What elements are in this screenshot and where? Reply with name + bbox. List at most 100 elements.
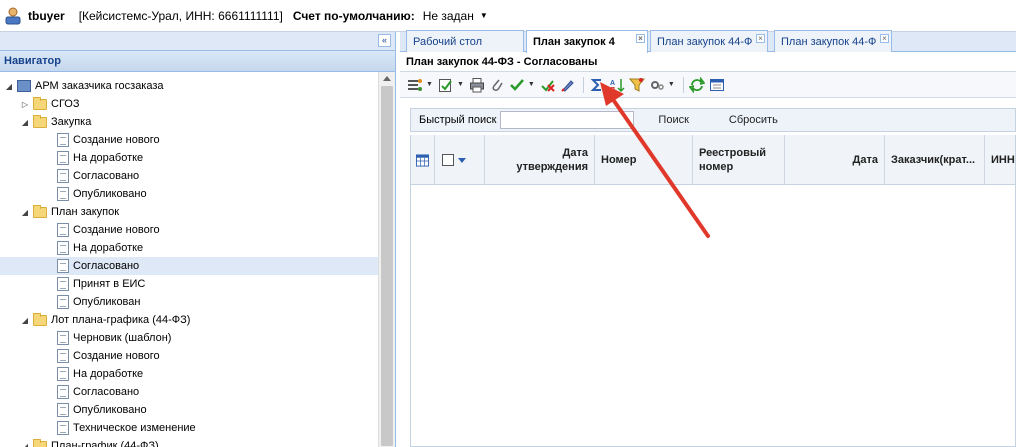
- tab-label: План закупок 44-Ф: [657, 36, 753, 48]
- navigator-item[interactable]: Черновик (шаблон): [0, 329, 378, 347]
- document-icon: [57, 259, 69, 273]
- settings-icon[interactable]: [648, 76, 666, 94]
- close-icon[interactable]: ×: [756, 34, 765, 43]
- navigator-item[interactable]: ◢ План-график (44-ФЗ): [0, 437, 378, 447]
- search-button[interactable]: Поиск: [658, 114, 688, 126]
- organization-info: [Кейсистемс-Урал, ИНН: 6661111111]: [78, 8, 283, 23]
- select-all-checkbox[interactable]: [435, 135, 485, 185]
- navigator-item[interactable]: Согласовано: [0, 257, 378, 275]
- collapse-toggle-icon[interactable]: ◢: [20, 118, 30, 127]
- close-icon[interactable]: ×: [636, 34, 645, 43]
- navigator-item[interactable]: На доработке: [0, 239, 378, 257]
- column-date[interactable]: Дата: [785, 135, 885, 185]
- collapse-toggle-icon[interactable]: ◢: [20, 208, 30, 217]
- navigator-item[interactable]: Опубликовано: [0, 185, 378, 203]
- navigator-title: Навигатор: [0, 50, 395, 72]
- chevron-down-icon[interactable]: ▼: [457, 81, 464, 88]
- tab-3[interactable]: План закупок 44-Ф ×: [774, 30, 892, 52]
- navigator-item-label: Принят в ЕИС: [73, 278, 146, 290]
- reject-icon[interactable]: [539, 76, 557, 94]
- chevron-down-icon[interactable]: ▼: [426, 81, 433, 88]
- user-icon: [4, 7, 22, 25]
- attach-icon[interactable]: [488, 76, 506, 94]
- check-icon[interactable]: [508, 76, 526, 94]
- navigator-collapse-strip: «: [0, 32, 395, 50]
- navigator-item[interactable]: Согласовано: [0, 383, 378, 401]
- scroll-up-icon[interactable]: [383, 76, 391, 81]
- export-icon[interactable]: [708, 76, 726, 94]
- actions-icon[interactable]: [406, 76, 424, 94]
- user-name[interactable]: tbuyer: [28, 9, 65, 23]
- navigator-item-label: Создание нового: [73, 224, 160, 236]
- collapse-toggle-icon[interactable]: ◢: [20, 442, 30, 447]
- tab-label: План закупок 4: [533, 36, 615, 48]
- sum-icon[interactable]: [588, 76, 606, 94]
- document-icon: [57, 331, 69, 345]
- navigator-item[interactable]: Опубликован: [0, 293, 378, 311]
- column-customer[interactable]: Заказчик(крат...: [885, 135, 985, 185]
- close-icon[interactable]: ×: [880, 34, 889, 43]
- print-icon[interactable]: [468, 76, 486, 94]
- collapse-toggle-icon[interactable]: ◢: [20, 316, 30, 325]
- navigator-item[interactable]: Создание нового: [0, 221, 378, 239]
- navigator-item-label: Опубликовано: [73, 404, 147, 416]
- tab-1[interactable]: План закупок 4 ×: [526, 30, 648, 53]
- document-icon: [57, 385, 69, 399]
- approve-icon[interactable]: [437, 76, 455, 94]
- document-icon: [57, 223, 69, 237]
- navigator-item-label: АРМ заказчика госзаказа: [35, 80, 164, 92]
- navigator-item[interactable]: Создание нового: [0, 347, 378, 365]
- column-number[interactable]: Номер: [595, 135, 693, 185]
- grid-settings-icon[interactable]: [411, 135, 435, 185]
- column-registry-number[interactable]: Реестровый номер: [693, 135, 785, 185]
- tab-2[interactable]: План закупок 44-Ф ×: [650, 30, 768, 52]
- navigator-item[interactable]: ◢ Закупка: [0, 113, 378, 131]
- tab-label: Рабочий стол: [413, 36, 483, 48]
- edit-icon[interactable]: [559, 76, 577, 94]
- navigator-item-label: Опубликовано: [73, 188, 147, 200]
- navigator-item[interactable]: Принят в ЕИС: [0, 275, 378, 293]
- column-inn[interactable]: ИНН: [985, 135, 1016, 185]
- navigator-item-label: На доработке: [73, 152, 144, 164]
- refresh-icon[interactable]: [688, 76, 706, 94]
- tab-0[interactable]: Рабочий стол: [406, 30, 524, 52]
- navigator-item-label: Согласовано: [73, 170, 140, 182]
- navigator-item[interactable]: Опубликовано: [0, 401, 378, 419]
- reset-button[interactable]: Сбросить: [729, 114, 778, 126]
- grid-body: [410, 185, 1016, 447]
- chevron-down-icon[interactable]: ▼: [480, 11, 488, 20]
- document-icon: [57, 277, 69, 291]
- navigator-item[interactable]: ◢ АРМ заказчика госзаказа: [0, 77, 378, 95]
- navigator-item[interactable]: Создание нового: [0, 131, 378, 149]
- navigator-item-label: На доработке: [73, 368, 144, 380]
- account-value[interactable]: Не задан: [423, 9, 474, 23]
- navigator-panel: « Навигатор ◢ АРМ заказчика госзаказа ▷ СГО…: [0, 32, 396, 447]
- document-icon: [57, 169, 69, 183]
- scrollbar-thumb[interactable]: [381, 86, 393, 446]
- document-icon: [57, 367, 69, 381]
- navigator-item-label: Создание нового: [73, 134, 160, 146]
- navigator-tree: ◢ АРМ заказчика госзаказа ▷ СГОЗ ◢ Закупка Соз…: [0, 72, 378, 447]
- grid-header: Дата утверждения Номер Реестровый номер …: [410, 135, 1016, 185]
- document-icon: [57, 349, 69, 363]
- navigator-item-label: Лот плана-графика (44-ФЗ): [51, 314, 191, 326]
- navigator-item[interactable]: ▷ СГОЗ: [0, 95, 378, 113]
- document-icon: [57, 151, 69, 165]
- chevron-down-icon[interactable]: ▼: [528, 81, 535, 88]
- folder-icon: [33, 114, 47, 128]
- collapse-toggle-icon[interactable]: ◢: [4, 82, 14, 91]
- quick-search-input[interactable]: [500, 111, 635, 129]
- navigator-item[interactable]: Техническое изменение: [0, 419, 378, 437]
- navigator-item[interactable]: ◢ Лот плана-графика (44-ФЗ): [0, 311, 378, 329]
- navigator-item[interactable]: На доработке: [0, 365, 378, 383]
- sort-icon[interactable]: AЯ: [608, 76, 626, 94]
- expand-toggle-icon[interactable]: ▷: [20, 100, 30, 109]
- navigator-item[interactable]: Согласовано: [0, 167, 378, 185]
- navigator-scrollbar[interactable]: [378, 72, 395, 447]
- column-approval-date[interactable]: Дата утверждения: [485, 135, 595, 185]
- navigator-item[interactable]: На доработке: [0, 149, 378, 167]
- navigator-item[interactable]: ◢ План закупок: [0, 203, 378, 221]
- filter-icon[interactable]: [628, 76, 646, 94]
- chevron-down-icon[interactable]: ▼: [668, 81, 675, 88]
- collapse-icon[interactable]: «: [378, 34, 391, 47]
